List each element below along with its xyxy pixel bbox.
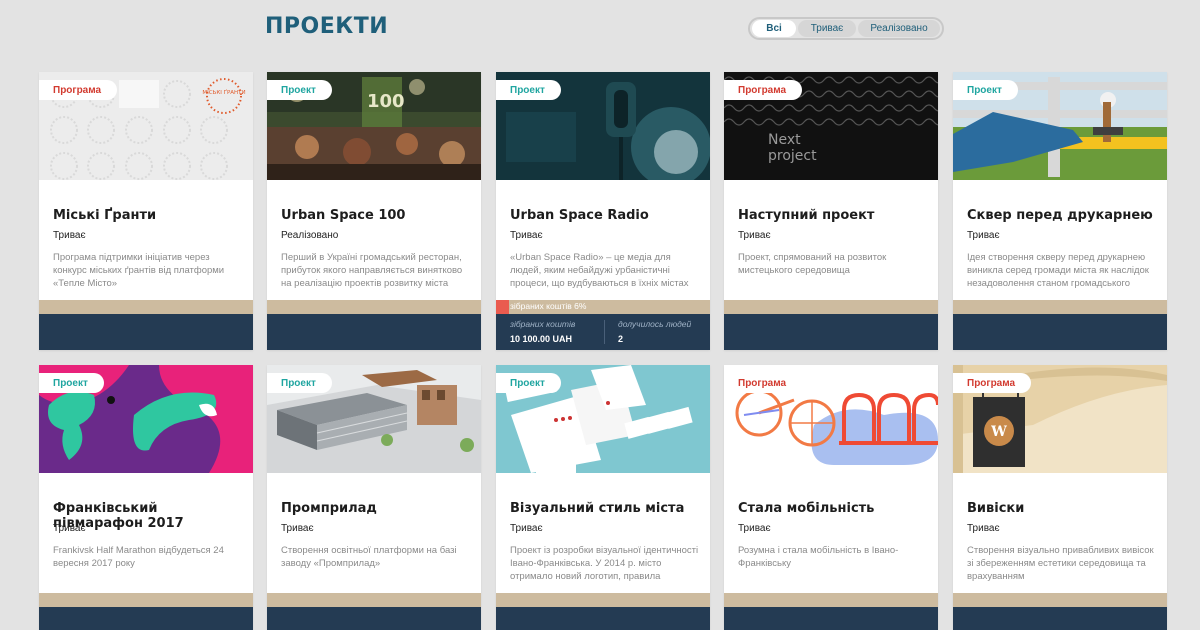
filter-tabs: Всі Триває Реалізовано <box>748 17 944 40</box>
project-card[interactable]: Проект Сквер перед друкарнею Триває Ідея… <box>953 72 1167 350</box>
collected-label: зібраних коштів <box>510 319 576 329</box>
card-title[interactable]: Urban Space Radio <box>510 208 702 223</box>
card-footer <box>953 607 1167 630</box>
card-footer <box>267 314 481 350</box>
project-card[interactable]: W Програма Вивіски Триває Створення візу… <box>953 365 1167 630</box>
project-card[interactable]: Проект Франківський півмарафон 2017 Трив… <box>39 365 253 630</box>
card-footer <box>39 607 253 630</box>
filter-tab-ongoing[interactable]: Триває <box>798 20 856 37</box>
card-description: Проект із розробки візуальної ідентичнос… <box>510 545 699 582</box>
card-footer-bar <box>953 300 1167 314</box>
card-title[interactable]: Стала мобільність <box>738 501 930 516</box>
card-description: Ідея створення скверу перед друкарнею ви… <box>967 252 1149 289</box>
collected-value: 10 100.00 UAH <box>510 334 573 344</box>
card-footer-bar <box>724 300 938 314</box>
card-status: Реалізовано <box>281 230 339 241</box>
card-status: Триває <box>738 230 771 241</box>
card-badge: Проект <box>267 80 332 100</box>
card-description: Створення візуально привабливих вивісок … <box>967 545 1154 582</box>
project-card[interactable]: 100 Проект Urban Space 100 Реалізовано П… <box>267 72 481 350</box>
card-image-text: project <box>768 148 817 164</box>
card-badge: Програма <box>39 80 118 100</box>
card-footer-bar <box>496 593 710 607</box>
card-description: Проект, спрямований на розвиток мистецьк… <box>738 252 887 276</box>
card-description: Перший в Україні громадський ресторан, п… <box>281 252 463 289</box>
card-title[interactable]: Urban Space 100 <box>281 208 473 223</box>
card-badge: Програма <box>724 80 803 100</box>
card-footer-bar <box>724 593 938 607</box>
funding-progress-label: зібраних коштів 6% <box>510 301 587 311</box>
card-description: «Urban Space Radio» – це медіа для людей… <box>510 252 689 289</box>
card-title[interactable]: Наступний проект <box>738 208 930 223</box>
card-badge: Проект <box>496 80 561 100</box>
card-footer-bar <box>39 300 253 314</box>
card-description: Frankivsk Half Marathon відбудеться 24 в… <box>53 545 224 569</box>
card-badge: Проект <box>39 373 104 393</box>
card-badge: Проект <box>496 373 561 393</box>
card-footer-bar <box>267 300 481 314</box>
joined-label: долучилось людей <box>618 319 692 329</box>
project-card[interactable]: МІСЬКІ ҐРАНТИ Програма Міські Ґранти Три… <box>39 72 253 350</box>
card-status: Триває <box>53 523 86 534</box>
card-description: Розумна і стала мобільність в Івано-Фран… <box>738 545 899 569</box>
joined-value: 2 <box>618 334 624 344</box>
card-image-text: МІСЬКІ ҐРАНТИ <box>202 89 245 96</box>
card-footer-bar <box>953 593 1167 607</box>
card-image-text: Next <box>768 132 801 148</box>
card-badge: Проект <box>953 80 1018 100</box>
svg-text:100: 100 <box>367 91 405 112</box>
card-footer <box>953 314 1167 350</box>
card-title[interactable]: Міські Ґранти <box>53 208 245 223</box>
card-footer <box>496 607 710 630</box>
project-card[interactable]: Програма Стала мобільність Триває Розумн… <box>724 365 938 630</box>
card-title[interactable]: Сквер перед друкарнею <box>967 208 1159 223</box>
project-card[interactable]: Проект Urban Space Radio Триває «Urban S… <box>496 72 710 350</box>
filter-tab-done[interactable]: Реалізовано <box>858 20 940 37</box>
card-status: Триває <box>510 523 543 534</box>
project-card[interactable]: Проект Візуальний стиль міста Триває Про… <box>496 365 710 630</box>
card-footer <box>724 314 938 350</box>
funding-progress-bar: зібраних коштів 6% <box>496 300 710 314</box>
card-footer <box>39 314 253 350</box>
card-footer: зібраних коштів 10 100.00 UAH долучилось… <box>496 314 710 350</box>
card-title[interactable]: Вивіски <box>967 501 1159 516</box>
card-image-text: W <box>990 424 1007 440</box>
card-badge: Програма <box>724 373 803 393</box>
card-status: Триває <box>967 230 1000 241</box>
card-description: Створення освітньої платформи на базі за… <box>281 545 457 569</box>
card-status: Триває <box>510 230 543 241</box>
card-footer <box>724 607 938 630</box>
page-title: ПРОЕКТИ <box>265 14 389 39</box>
card-footer-bar <box>39 593 253 607</box>
card-status: Триває <box>53 230 86 241</box>
stat-divider <box>604 320 605 344</box>
card-badge: Програма <box>953 373 1032 393</box>
project-card[interactable]: Проект Промприлад Триває Створення освіт… <box>267 365 481 630</box>
card-footer <box>267 607 481 630</box>
card-status: Триває <box>967 523 1000 534</box>
card-status: Триває <box>738 523 771 534</box>
funding-progress-fill <box>496 300 509 314</box>
card-status: Триває <box>281 523 314 534</box>
card-badge: Проект <box>267 373 332 393</box>
filter-tab-all[interactable]: Всі <box>752 20 796 37</box>
card-title[interactable]: Візуальний стиль міста <box>510 501 702 516</box>
card-description: Програма підтримки ініціатив через конку… <box>53 252 225 289</box>
card-title[interactable]: Промприлад <box>281 501 473 516</box>
card-footer-bar <box>267 593 481 607</box>
project-card[interactable]: Next project Програма Наступний проект Т… <box>724 72 938 350</box>
